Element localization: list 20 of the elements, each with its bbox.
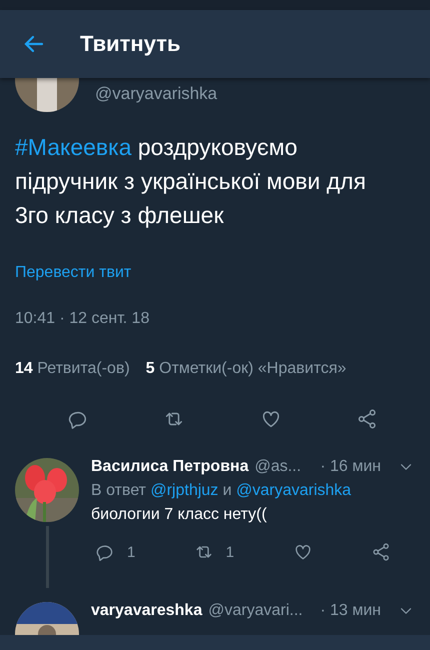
tweet-timestamp: 10:41 · 12 сент. 18 (15, 310, 150, 328)
reply-time: · 16 мин (320, 458, 381, 476)
stat-count[interactable]: 5 Отметки(-ок) «Нравится» (146, 360, 346, 378)
screen-title: Твитнуть (80, 31, 181, 57)
translate-link[interactable]: Перевести твит (15, 264, 415, 282)
author-name[interactable]: Василиса Петровна (91, 458, 249, 476)
share-icon (371, 542, 391, 562)
retweet-button[interactable]: 1 (190, 538, 238, 566)
reply-text: биологии 7 класс нету(( (91, 506, 268, 524)
reply-button[interactable]: 1 (91, 538, 140, 566)
author-name[interactable]: varyavareshka (91, 602, 202, 620)
user-handle[interactable]: @as... (254, 458, 302, 476)
user-handle[interactable]: @varyavari... (208, 602, 303, 620)
reply-time: · 13 мин (320, 602, 381, 620)
reply-context: В ответ @rjpthjuz и @varyavarishka (91, 482, 352, 500)
stat-count[interactable]: 14 Ретвита(-ов) (15, 360, 130, 378)
tweet-text: #Макеевка роздруковуємо підручник з української мови для 3го класу з флешек (15, 133, 367, 230)
heart-icon (292, 542, 313, 562)
user-handle[interactable]: @varyavarishka (95, 84, 218, 112)
share-icon (356, 408, 378, 430)
